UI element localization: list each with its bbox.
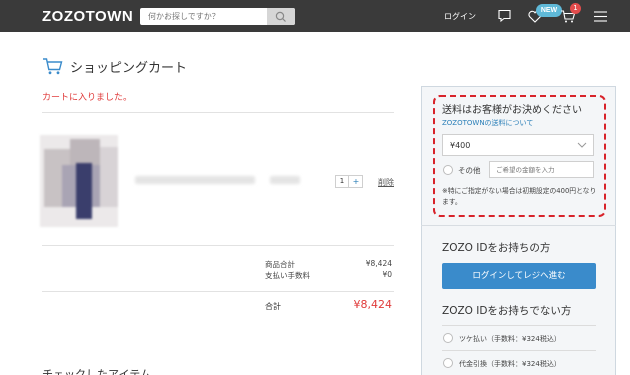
payment-option-label: ツケ払い（手数料：¥324税込） — [459, 335, 561, 343]
zozotown-logo[interactable]: ZOZOTOWN — [42, 8, 133, 25]
other-amount-label: その他 — [458, 166, 481, 175]
payment-option-radio[interactable] — [443, 358, 453, 368]
quantity-value: 1 — [336, 176, 349, 187]
message-icon[interactable] — [497, 8, 512, 23]
top-header: ZOZOTOWN ログイン NEW 1 — [0, 0, 630, 32]
login-link[interactable]: ログイン — [444, 11, 476, 22]
subtotal-label: 商品合計 — [265, 260, 295, 269]
login-checkout-button[interactable]: ログインしてレジへ進む — [442, 263, 596, 289]
cart-icon — [43, 58, 63, 75]
shipping-note: ※特にご指定がない場合は初期設定の400円となります。 — [442, 187, 597, 206]
other-amount-input[interactable] — [489, 161, 594, 178]
total-value: ¥8,424 — [353, 298, 393, 311]
checked-items-heading: チェックしたアイテム — [42, 368, 151, 375]
search-button[interactable] — [267, 8, 295, 25]
delete-link[interactable]: 削除 — [378, 177, 394, 188]
search-icon — [275, 11, 286, 22]
payment-option-label: 代金引換（手数料：¥324税込） — [459, 360, 561, 368]
chevron-down-icon — [577, 142, 587, 148]
divider — [42, 291, 394, 292]
quantity-stepper[interactable]: 1 + — [335, 175, 363, 188]
new-badge: NEW — [536, 4, 562, 17]
menu-icon[interactable] — [594, 11, 607, 22]
no-zozo-id-heading: ZOZO IDをお持ちでない方 — [442, 305, 572, 317]
fee-label: 支払い手数料 — [265, 271, 310, 280]
quantity-plus-button[interactable]: + — [350, 176, 362, 187]
payment-option-row[interactable]: ツケ払い（手数料：¥324税込） — [442, 325, 596, 349]
subtotal-value: ¥8,424 — [365, 259, 392, 268]
fee-value: ¥0 — [382, 270, 392, 279]
search-box — [140, 8, 295, 25]
shipping-fee-selected: ¥400 — [450, 141, 471, 150]
item-size-blurred — [270, 176, 300, 184]
search-input[interactable] — [140, 8, 268, 25]
item-thumbnail[interactable] — [40, 135, 118, 227]
divider — [421, 225, 616, 226]
total-label: 合計 — [265, 302, 281, 311]
payment-option-row[interactable]: 代金引換（手数料：¥324税込） — [442, 350, 596, 374]
added-to-cart-message: カートに入りました。 — [42, 93, 133, 103]
item-name-blurred — [135, 176, 255, 184]
cart-count-badge: 1 — [570, 3, 581, 14]
shipping-fee-select[interactable]: ¥400 — [442, 134, 594, 156]
other-amount-radio[interactable] — [443, 165, 453, 175]
payment-option-radio[interactable] — [443, 333, 453, 343]
has-zozo-id-heading: ZOZO IDをお持ちの方 — [442, 242, 551, 254]
page-title: ショッピングカート — [70, 61, 188, 76]
shipping-info-link[interactable]: ZOZOTOWNの送料について — [442, 118, 533, 128]
divider — [42, 245, 394, 246]
divider — [42, 112, 394, 113]
shipping-title: 送料はお客様がお決めください — [442, 105, 582, 116]
